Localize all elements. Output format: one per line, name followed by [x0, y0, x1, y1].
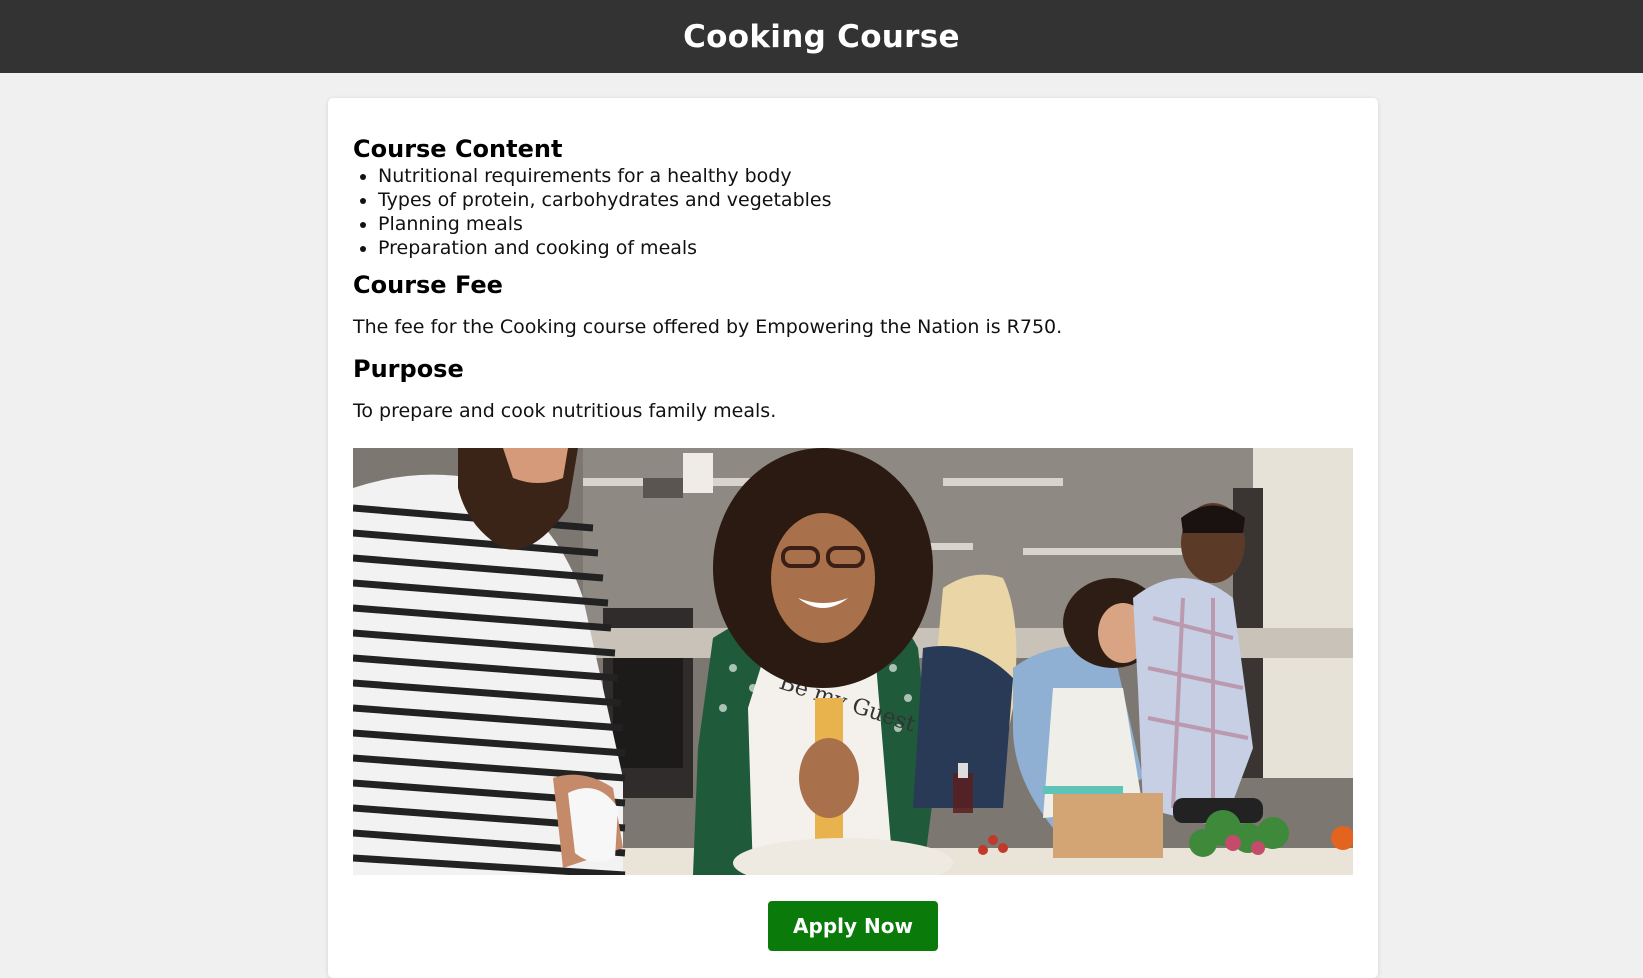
cooking-class-photo: Be my Guest [353, 448, 1353, 875]
course-fee-text: The fee for the Cooking course offered b… [353, 316, 1063, 338]
apply-wrap: Apply Now [353, 901, 1353, 951]
apply-now-button[interactable]: Apply Now [768, 901, 938, 951]
list-item: Types of protein, carbohydrates and vege… [378, 188, 1353, 212]
course-card: Course Content Nutritional requirements … [328, 98, 1378, 978]
purpose-text: To prepare and cook nutritious family me… [353, 400, 777, 422]
list-item: Planning meals [378, 212, 1353, 236]
course-fee-heading: Course Fee [353, 271, 503, 299]
list-item: Nutritional requirements for a healthy b… [378, 164, 1353, 188]
purpose-heading: Purpose [353, 355, 464, 383]
page-header: Cooking Course [0, 0, 1643, 73]
page-title: Cooking Course [683, 18, 960, 55]
course-content-heading: Course Content [353, 135, 563, 163]
course-content-list: Nutritional requirements for a healthy b… [353, 164, 1353, 260]
list-item: Preparation and cooking of meals [378, 236, 1353, 260]
